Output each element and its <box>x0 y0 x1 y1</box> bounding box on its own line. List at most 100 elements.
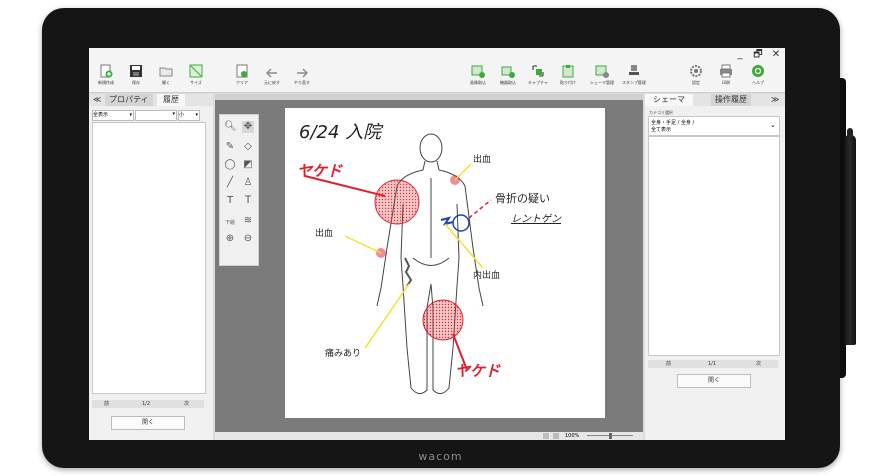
filter-select[interactable]: 全表示 ▾ <box>92 110 134 121</box>
right-pager: 前 1/1 次 <box>648 360 778 368</box>
schema-list[interactable] <box>648 136 780 356</box>
paste-button[interactable]: 貼り付け <box>555 64 581 86</box>
internal-bleeding-mark <box>440 216 454 226</box>
prev-page-button[interactable]: 前 <box>104 400 109 408</box>
chevron-down-icon: ▾ <box>172 111 175 117</box>
print-button[interactable]: 印刷 <box>713 64 739 86</box>
category-value-line2: 全て表示 <box>651 127 672 133</box>
redo-button[interactable]: やり直す <box>289 64 315 86</box>
toolbar-label: 印刷 <box>722 80 730 85</box>
next-page-button[interactable]: 次 <box>184 400 189 408</box>
help-button[interactable]: ヘルプ <box>745 64 771 86</box>
zoom-out-icon[interactable]: ⊖ <box>242 233 254 245</box>
note-internal-bleeding: 内出血 <box>473 271 501 281</box>
magnifier-icon[interactable]: 🔍︎ <box>224 121 237 133</box>
main-toolbar: 新規作成 保存 開く サイズ クリア 元に戻す やり直す 画像取込 機器取込 キ… <box>89 62 785 93</box>
zoom-in-icon[interactable]: ⊕ <box>224 233 236 245</box>
chevron-down-icon: ▾ <box>129 112 132 118</box>
line-tool-icon[interactable]: ╱ <box>224 177 236 189</box>
left-open-button[interactable]: 開く <box>111 416 185 430</box>
eraser-tool-icon[interactable]: ◇ <box>242 141 254 153</box>
right-open-button[interactable]: 開く <box>677 374 751 388</box>
print-icon <box>720 64 732 78</box>
left-panel-tabs: ≪ プロパティ 履歴 <box>89 94 213 106</box>
drawing-canvas[interactable]: 6/24 入院 出血 骨折の疑い レントゲン 出血 内出血 痛みあり ヤケド ヤ… <box>285 108 605 418</box>
stamp-tool-icon[interactable]: ♙ <box>242 177 254 189</box>
clear-button[interactable]: クリア <box>229 64 255 86</box>
actual-size-icon[interactable] <box>553 433 559 439</box>
toolbar-label: 貼り付け <box>560 80 576 85</box>
drawing-toolbox: 🔍︎ ✥ ✎ ◇ ◯ ◩ ╱ ♙ T ꓔ 下絵 ≋ ⊕ ⊖ <box>219 114 259 266</box>
zoom-slider-handle[interactable] <box>609 433 612 439</box>
toolbar-label: やり直す <box>294 80 310 85</box>
toolbar-label: 保存 <box>132 80 140 85</box>
new-document-button[interactable]: 新規作成 <box>93 64 119 86</box>
filter-select-value: 全表示 <box>93 112 109 118</box>
stamp-manage-icon <box>629 65 639 75</box>
pen-tool-icon[interactable]: ✎ <box>224 141 236 153</box>
open-button[interactable]: 開く <box>153 64 179 86</box>
stamp-manage-button[interactable]: スタンプ管理 <box>621 64 647 86</box>
note-burn-2: ヤケド <box>455 362 501 380</box>
text-style-tool-icon[interactable]: ꓔ <box>242 195 254 207</box>
note-xray: レントゲン <box>511 214 561 225</box>
category-select[interactable]: 全身・手足 / 全身 / 全て表示 ⌄ <box>648 116 780 136</box>
undo-icon <box>266 68 277 78</box>
collapse-left-button[interactable]: ≪ <box>93 94 101 106</box>
toolbar-label: 機器取込 <box>500 80 516 85</box>
minimize-button[interactable]: _ <box>733 48 747 62</box>
burn-mark-calf-fill <box>423 300 463 340</box>
tab-schema[interactable]: シェーマ <box>645 94 693 106</box>
tab-history[interactable]: 履歴 <box>157 94 185 106</box>
help-icon <box>752 65 764 77</box>
note-bleeding-shoulder: 出血 <box>473 155 492 165</box>
fracture-circle <box>452 214 470 232</box>
chevron-down-icon: ⌄ <box>770 121 776 129</box>
undo-button[interactable]: 元に戻す <box>259 64 285 86</box>
toolbar-label: 画像取込 <box>470 80 486 85</box>
note-suspected-fracture: 骨折の疑い <box>495 192 550 205</box>
schema-manage-button[interactable]: シェーマ管理 <box>589 64 615 86</box>
toolbar-label: 開く <box>162 80 170 85</box>
toolbar-label: 元に戻す <box>264 80 280 85</box>
tab-properties[interactable]: プロパティ <box>105 94 153 106</box>
select-tool-icon[interactable]: ✥ <box>242 121 254 133</box>
status-bar: 100% <box>215 432 643 440</box>
next-page-button[interactable]: 次 <box>756 360 761 368</box>
resize-button[interactable]: サイズ <box>183 64 209 86</box>
restore-button[interactable]: 🗗 <box>751 48 765 62</box>
shape-tool-icon[interactable]: ◩ <box>242 159 254 171</box>
thumbnail-size-select[interactable]: 小 ▾ <box>178 110 200 121</box>
secondary-select[interactable]: ▾ <box>135 110 177 121</box>
clear-icon <box>236 64 248 78</box>
thumbnail-size-value: 小 <box>179 112 185 118</box>
close-button[interactable]: ✕ <box>769 48 783 62</box>
note-bleeding-hand: 出血 <box>315 229 334 239</box>
ellipse-tool-icon[interactable]: ◯ <box>224 159 236 171</box>
expand-right-button[interactable]: ≫ <box>771 94 779 106</box>
page-indicator: 1/2 <box>142 401 151 407</box>
toolbar-label: サイズ <box>190 80 202 85</box>
text-tool-icon[interactable]: T <box>224 195 236 207</box>
top-ruler <box>215 94 643 100</box>
settings-icon <box>690 65 702 77</box>
capture-icon <box>532 65 544 77</box>
settings-button[interactable]: 設定 <box>683 64 709 86</box>
note-burn-1: ヤケド <box>297 162 343 180</box>
image-import-button[interactable]: 画像取込 <box>465 64 491 86</box>
redo-icon <box>297 68 308 78</box>
resize-icon <box>189 64 203 78</box>
title-bar: _ 🗗 ✕ <box>89 48 785 62</box>
fit-view-icon[interactable] <box>543 433 549 439</box>
prev-page-button[interactable]: 前 <box>666 360 671 368</box>
device-import-button[interactable]: 機器取込 <box>495 64 521 86</box>
schema-manage-icon <box>595 65 609 78</box>
save-button[interactable]: 保存 <box>123 64 149 86</box>
stylus-pen <box>844 135 856 345</box>
capture-button[interactable]: キャプチャ <box>525 64 551 86</box>
history-list[interactable] <box>92 122 206 394</box>
tab-operation-history[interactable]: 操作履歴 <box>711 94 751 106</box>
image-import-icon <box>471 65 485 78</box>
left-panel: ≪ プロパティ 履歴 全表示 ▾ ▾ 小 ▾ 前 1/2 次 開く <box>89 94 213 440</box>
layers-icon[interactable]: ≋ <box>242 215 254 227</box>
